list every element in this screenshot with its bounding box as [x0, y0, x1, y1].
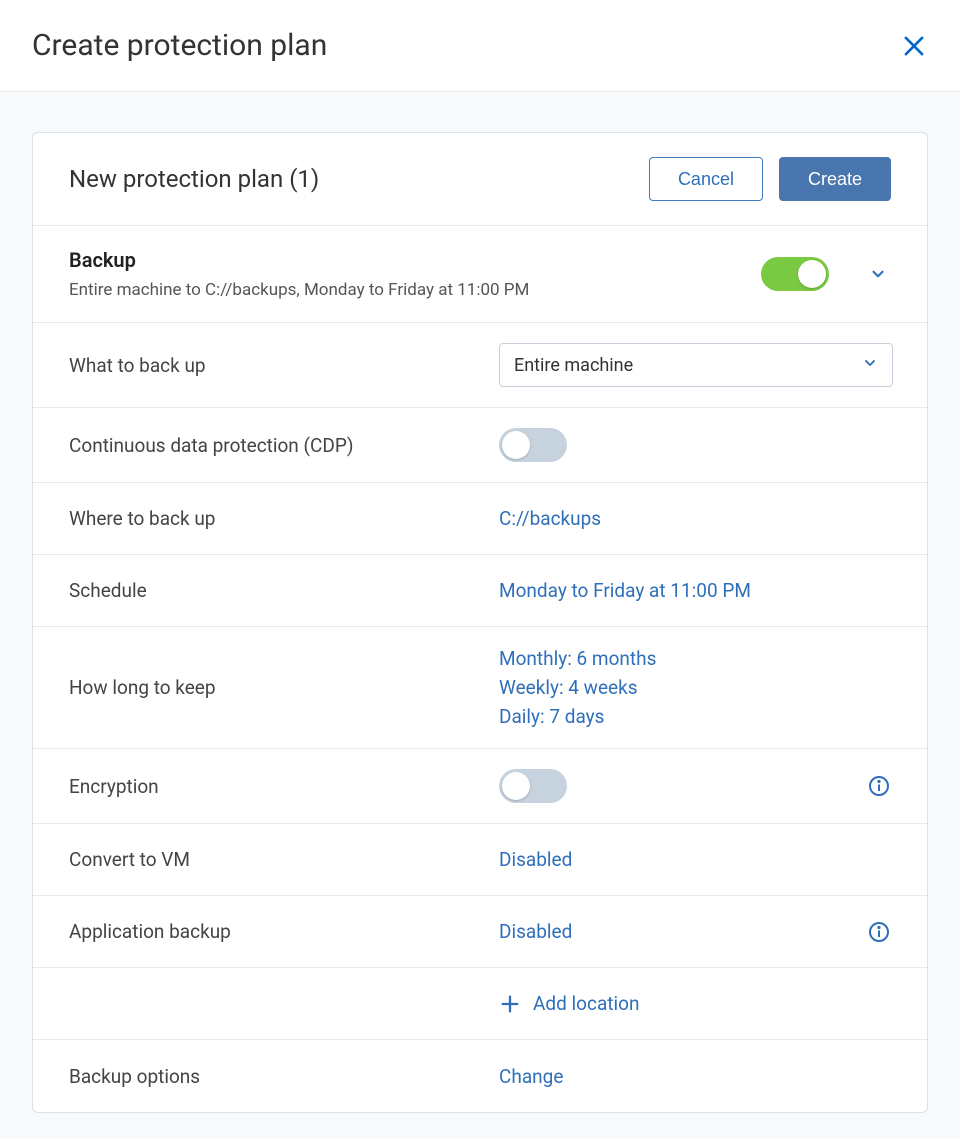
convert-vm-row: Convert to VM Disabled [33, 824, 927, 896]
backup-section-subtitle: Entire machine to C://backups, Monday to… [69, 280, 761, 300]
app-backup-value[interactable]: Disabled [499, 920, 572, 943]
retention-label: How long to keep [69, 676, 499, 699]
plan-title[interactable]: New protection plan (1) [69, 165, 319, 193]
plus-icon [499, 993, 521, 1015]
create-button[interactable]: Create [779, 157, 891, 201]
toggle-knob [798, 260, 826, 288]
schedule-row: Schedule Monday to Friday at 11:00 PM [33, 555, 927, 627]
modal-title: Create protection plan [32, 28, 327, 63]
backup-options-value[interactable]: Change [499, 1065, 891, 1088]
cancel-button[interactable]: Cancel [649, 157, 763, 201]
header-actions: Cancel Create [649, 157, 891, 201]
close-button[interactable] [900, 32, 928, 60]
where-to-backup-value[interactable]: C://backups [499, 507, 891, 530]
add-location-label: Add location [533, 992, 639, 1015]
retention-weekly: Weekly: 4 weeks [499, 676, 638, 699]
cdp-row: Continuous data protection (CDP) [33, 408, 927, 483]
encryption-label: Encryption [69, 775, 499, 798]
what-to-backup-select[interactable]: Entire machine [499, 343, 893, 387]
info-icon [867, 774, 891, 798]
encryption-toggle[interactable] [499, 769, 567, 803]
where-to-backup-row: Where to back up C://backups [33, 483, 927, 555]
cdp-toggle[interactable] [499, 428, 567, 462]
backup-options-label: Backup options [69, 1065, 499, 1088]
where-to-backup-label: Where to back up [69, 507, 499, 530]
chevron-down-icon [862, 355, 878, 371]
encryption-row: Encryption [33, 749, 927, 824]
retention-monthly: Monthly: 6 months [499, 647, 656, 670]
backup-enabled-toggle[interactable] [761, 257, 829, 291]
what-to-backup-row: What to back up Entire machine [33, 323, 927, 408]
retention-row: How long to keep Monthly: 6 months Weekl… [33, 627, 927, 749]
collapse-button[interactable] [869, 265, 887, 283]
backup-section-header: Backup Entire machine to C://backups, Mo… [33, 226, 927, 323]
toggle-knob [502, 431, 530, 459]
app-backup-info-button[interactable] [867, 920, 891, 944]
encryption-info-button[interactable] [867, 774, 891, 798]
card-header: New protection plan (1) Cancel Create [33, 133, 927, 226]
what-to-backup-value: Entire machine [514, 355, 633, 376]
add-location-button[interactable]: Add location [499, 992, 639, 1015]
backup-options-row: Backup options Change [33, 1040, 927, 1112]
schedule-value[interactable]: Monday to Friday at 11:00 PM [499, 579, 891, 602]
toggle-knob [502, 772, 530, 800]
content-area: New protection plan (1) Cancel Create Ba… [0, 92, 960, 1113]
convert-vm-label: Convert to VM [69, 848, 499, 871]
what-to-backup-label: What to back up [69, 354, 499, 377]
schedule-label: Schedule [69, 579, 499, 602]
app-backup-row: Application backup Disabled [33, 896, 927, 968]
chevron-down-icon [869, 265, 887, 283]
backup-section-title: Backup [69, 248, 761, 272]
convert-vm-value[interactable]: Disabled [499, 848, 891, 871]
info-icon [867, 920, 891, 944]
retention-value[interactable]: Monthly: 6 months Weekly: 4 weeks Daily:… [499, 647, 891, 728]
plan-card: New protection plan (1) Cancel Create Ba… [32, 132, 928, 1113]
retention-daily: Daily: 7 days [499, 705, 604, 728]
close-icon [900, 32, 928, 60]
modal-header: Create protection plan [0, 0, 960, 92]
cdp-label: Continuous data protection (CDP) [69, 434, 499, 457]
add-location-row: Add location [33, 968, 927, 1040]
app-backup-label: Application backup [69, 920, 499, 943]
